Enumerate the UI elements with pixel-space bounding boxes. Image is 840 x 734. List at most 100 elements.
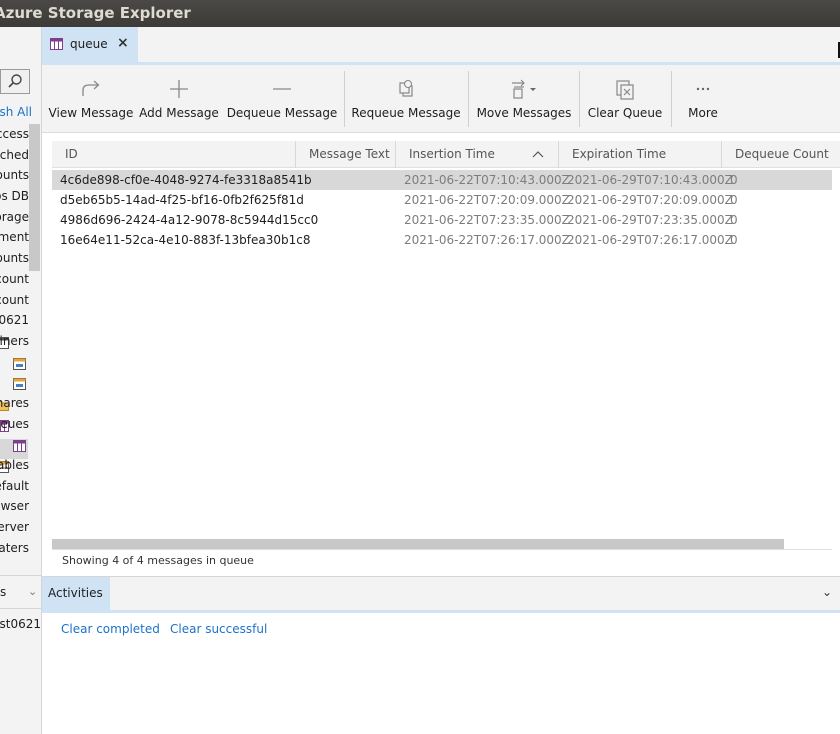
container-icon [13,376,26,391]
table-row[interactable]: 4986d696-2424-4a12-9078-8c5944d15cc0 2021… [52,210,832,230]
minus-icon [273,88,291,90]
column-header-insertion-time[interactable]: Insertion Time [396,141,559,168]
window-title: Azure Storage Explorer [0,4,191,22]
tree-item-label: webbrowser [0,499,29,514]
tree-item[interactable]: Queues [0,414,41,435]
cell-dequeue-count: 0 [730,213,738,227]
tree-item[interactable]: waters [0,538,41,559]
window-title-bar: Azure Storage Explorer [0,0,840,27]
sidebar-scrollbar[interactable] [29,124,40,271]
tree-item[interactable]: observer [0,517,41,538]
tree-item-label: Cosmos DB [0,189,29,204]
toolbar-divider [671,71,672,127]
container-icon [13,356,26,370]
cell-expiration-time: 2021-06-29T07:10:43.000Z [567,173,733,187]
tab-queue[interactable]: queue × [42,27,138,62]
add-message-button[interactable]: Add Message [138,65,220,133]
cell-id: d5eb65b5-14ad-4f25-bf16-0fb2f625f81d [60,193,304,207]
tree-item-label: account [0,271,29,286]
tab-activities[interactable]: Activities [42,577,110,611]
cell-id: 4986d696-2424-4a12-9078-8c5944d15cc0 [60,213,319,227]
tree-item-label: localaccount [0,292,29,307]
tree-item-label: observer [0,520,29,535]
queue-icon [50,38,63,50]
queue-icon [13,438,26,453]
cell-dequeue-count: 0 [730,233,738,247]
tree-item-label: Queues [0,416,29,431]
explorer-sidebar: Refresh All Quick Access Attached Storage … [0,27,42,734]
tree-item[interactable]: test0621 [0,310,41,331]
queue-toolbar: View Message Add Message Dequeue Message… [42,65,840,133]
cell-insertion-time: 2021-06-22T07:20:09.000Z [404,193,570,207]
tree-item-label: Blob Containers [0,333,29,348]
tree-item-label: Storage Accounts [0,251,29,266]
toolbar-divider [579,71,580,127]
divider [52,549,832,550]
grid-header: ID Message Text Insertion Time Expiratio… [52,141,840,168]
chevron-down-icon[interactable]: ⌄ [822,585,832,599]
toolbar-divider [468,71,469,127]
tree-item[interactable] [0,352,41,373]
status-text: Showing 4 of 4 messages in queue [62,554,254,567]
messages-grid: ID Message Text Insertion Time Expiratio… [52,141,840,247]
tree-item[interactable]: Blob Containers [0,331,41,352]
tree-item-label: waters [0,540,29,555]
tree-item-label: Attached [0,147,29,162]
sort-ascending-icon [532,151,544,158]
redo-arrow-icon [82,80,100,96]
sidebar-bottom-tab[interactable]: s ⌄ [0,575,41,609]
refresh-all-link[interactable]: Refresh All [0,105,32,119]
tree-item-label: Data Lake Storage [0,209,29,224]
tree-item-label: Quick Access [0,127,29,141]
cell-id: 4c6de898-cf0e-4048-9274-fe3318a8541b [60,173,312,187]
clear-queue-icon [616,80,634,100]
tree-item[interactable] [0,372,41,393]
dequeue-message-button[interactable]: Dequeue Message [226,65,338,133]
column-header-id[interactable]: ID [52,141,296,168]
tree-item[interactable]: account [0,269,41,290]
view-message-button[interactable]: View Message [48,65,134,133]
tree-item-label: Storage Accounts [0,168,29,183]
tree-item[interactable]: Tables [0,455,41,476]
activities-panel-tabs: Activities ⌄ [42,576,840,613]
toolbar-divider [344,71,345,127]
clear-successful-link[interactable]: Clear successful [170,622,267,636]
cell-expiration-time: 2021-06-29T07:20:09.000Z [567,193,733,207]
column-header-dequeue-count[interactable]: Dequeue Count [722,141,840,168]
cell-dequeue-count: 0 [730,193,738,207]
tree-item-label: File Shares [0,395,29,410]
tree-item-label: default [0,478,29,493]
requeue-message-button[interactable]: Requeue Message [348,65,464,133]
tree-item[interactable]: localaccount [0,290,41,311]
close-icon[interactable]: × [117,35,129,51]
tree-item-label: test0621 [0,313,29,328]
tree-item-label: Disks Management [0,230,29,245]
tree-item[interactable]: webbrowser [0,496,41,517]
grid-body: 4c6de898-cf0e-4048-9274-fe3318a8541b 2021… [52,170,832,250]
cell-expiration-time: 2021-06-29T07:26:17.000Z [567,233,733,247]
plus-icon [170,80,188,98]
tree-item[interactable] [0,434,41,455]
cell-insertion-time: 2021-06-22T07:23:35.000Z [404,213,570,227]
more-dots-icon [696,87,710,91]
move-messages-button[interactable]: Move Messages [472,65,576,133]
search-button[interactable] [0,69,30,94]
column-header-expiration-time[interactable]: Expiration Time [559,141,722,168]
more-button[interactable]: More [675,65,731,133]
table-row[interactable]: d5eb65b5-14ad-4f25-bf16-0fb2f625f81d 2021… [52,190,832,210]
tree-item-label: Tables [0,458,29,472]
cell-expiration-time: 2021-06-29T07:23:35.000Z [567,213,733,227]
clear-queue-button[interactable]: Clear Queue [583,65,667,133]
tab-queue-label: queue [70,37,108,51]
tree-item[interactable]: default [0,476,41,497]
column-header-message-text[interactable]: Message Text [296,141,396,168]
table-row[interactable]: 16e64e11-52ca-4e10-883f-13bfea30b1c8 2021… [52,230,832,250]
clear-completed-link[interactable]: Clear completed [61,622,160,636]
table-row[interactable]: 4c6de898-cf0e-4048-9274-fe3318a8541b 2021… [52,170,832,190]
tree-item[interactable]: File Shares [0,393,41,414]
chevron-down-icon[interactable]: ⌄ [28,585,37,598]
cell-insertion-time: 2021-06-22T07:26:17.000Z [404,233,570,247]
search-icon [8,74,22,88]
horizontal-scrollbar[interactable] [52,539,784,549]
cell-dequeue-count: 0 [730,173,738,187]
